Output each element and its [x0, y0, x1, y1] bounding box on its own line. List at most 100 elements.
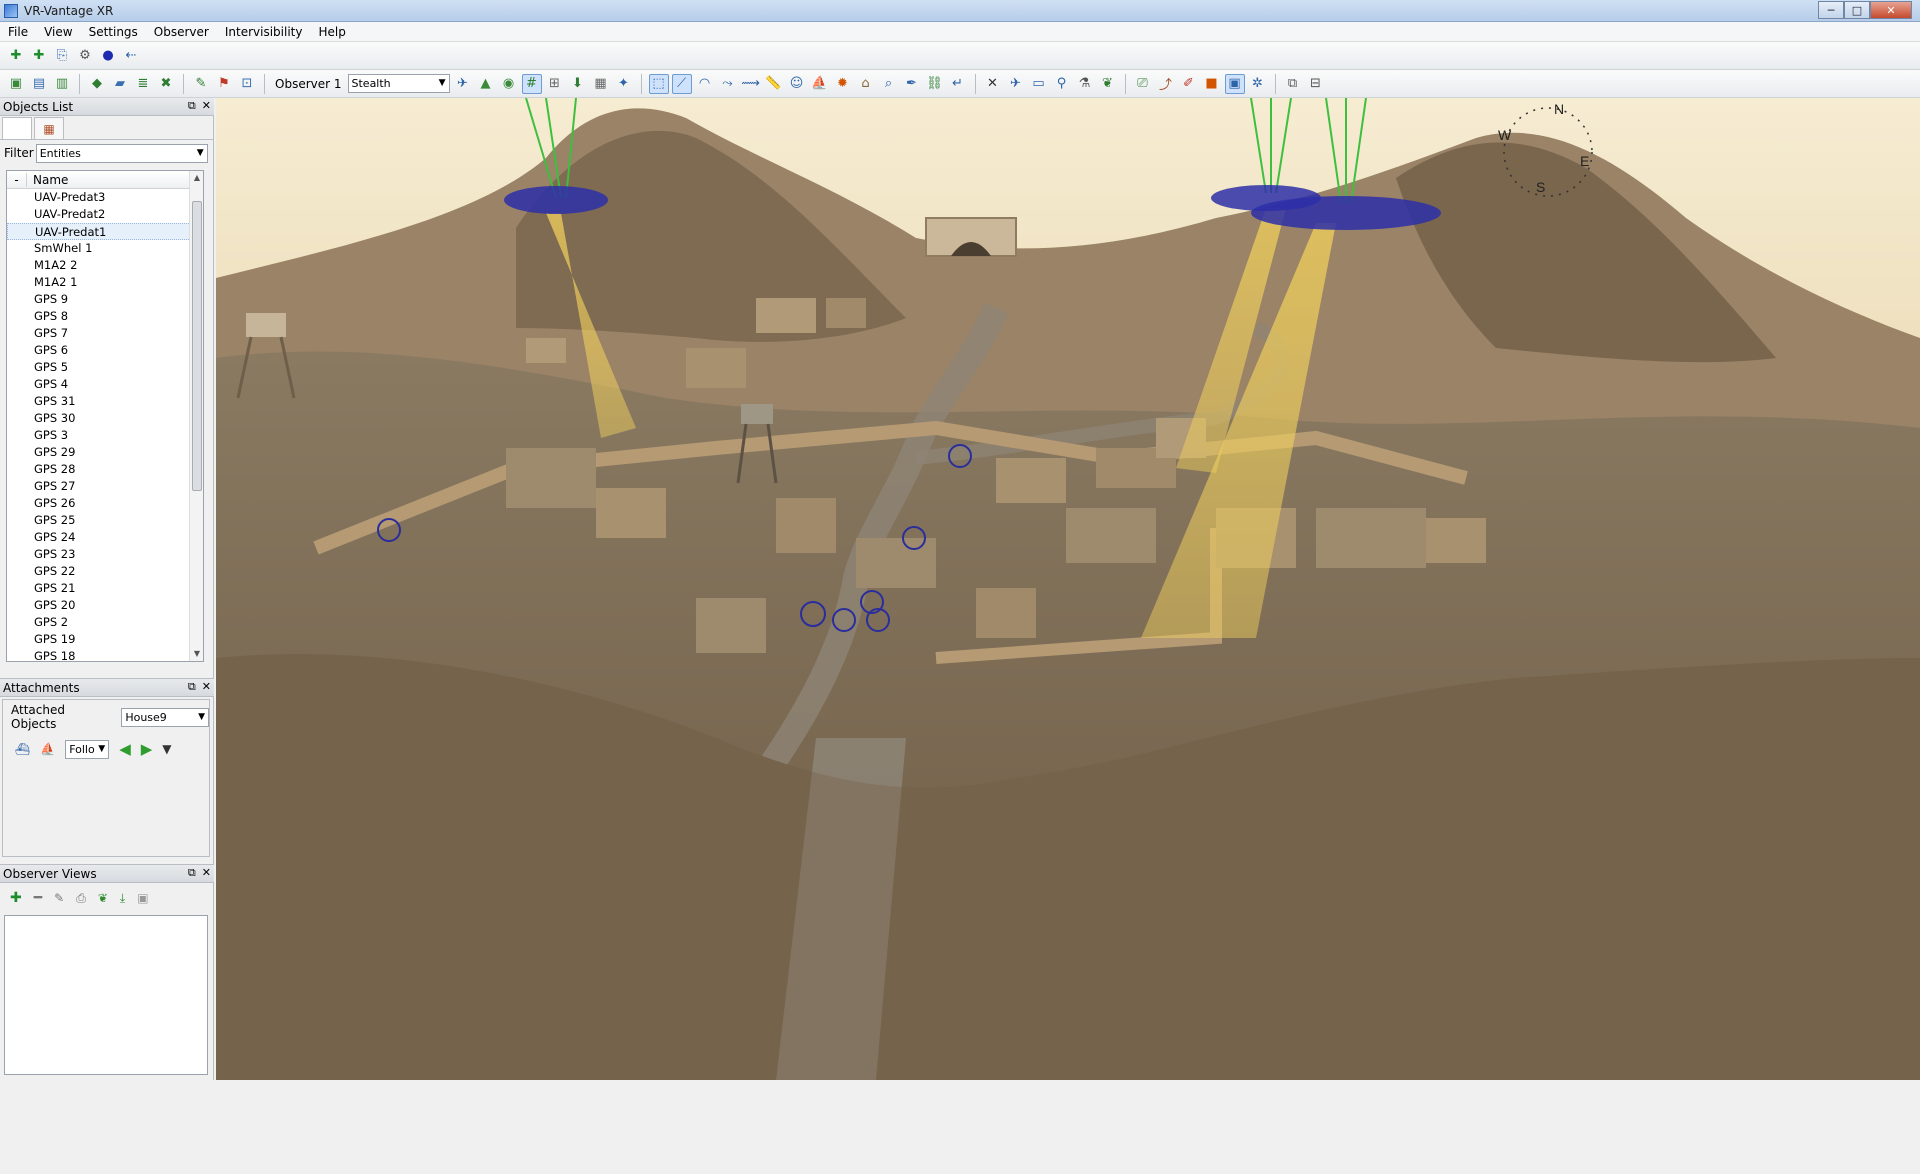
- menu-file[interactable]: File: [0, 25, 36, 39]
- link-icon[interactable]: ⛓: [925, 74, 945, 94]
- camera-icon[interactable]: ⎚: [1133, 74, 1153, 94]
- funnel-icon[interactable]: ▼: [162, 742, 171, 756]
- layout-icon[interactable]: ⊟: [1306, 74, 1326, 94]
- list-item[interactable]: M1A2 2: [7, 257, 191, 274]
- folder-icon[interactable]: ▰: [110, 74, 130, 94]
- aircraft-icon[interactable]: ✈: [453, 74, 473, 94]
- download-icon[interactable]: ⬇: [568, 74, 588, 94]
- follow-mode-select[interactable]: Follo ▼: [65, 739, 110, 759]
- save-scenario-icon[interactable]: ▥: [52, 74, 72, 94]
- list-item[interactable]: GPS 31: [7, 393, 191, 410]
- monitor-icon[interactable]: ▭: [1029, 74, 1049, 94]
- list-item[interactable]: GPS 2: [7, 614, 191, 631]
- add-group-icon[interactable]: ✚: [29, 46, 49, 66]
- measure-tool-icon[interactable]: ⟋: [671, 73, 692, 94]
- list-item[interactable]: GPS 27: [7, 478, 191, 495]
- print-view-icon[interactable]: ⎙: [76, 891, 86, 906]
- add-view-icon[interactable]: ✚: [10, 890, 22, 906]
- settings-icon[interactable]: ✲: [1248, 74, 1268, 94]
- tab-overlays-icon[interactable]: ▦: [34, 117, 64, 139]
- list-item[interactable]: UAV-Predat2: [7, 206, 191, 223]
- menu-view[interactable]: View: [36, 25, 80, 39]
- 3d-viewport[interactable]: N E S W: [216, 98, 1920, 1080]
- scroll-up-icon[interactable]: ▲: [190, 171, 203, 185]
- close-button[interactable]: ✕: [1870, 1, 1912, 19]
- person-icon[interactable]: ☺: [787, 74, 807, 94]
- list-item[interactable]: GPS 23: [7, 546, 191, 563]
- filter-icon[interactable]: ⚗: [1075, 74, 1095, 94]
- menu-intervisibility[interactable]: Intervisibility: [217, 25, 311, 39]
- menu-help[interactable]: Help: [310, 25, 353, 39]
- list-item[interactable]: SmWhel 1: [7, 240, 191, 257]
- list-item[interactable]: GPS 7: [7, 325, 191, 342]
- list-item[interactable]: GPS 3: [7, 427, 191, 444]
- remove-view-icon[interactable]: ━: [34, 890, 42, 906]
- los-icon[interactable]: ⟿: [741, 74, 761, 94]
- grid-icon[interactable]: ⊞: [545, 74, 565, 94]
- maximize-button[interactable]: □: [1844, 1, 1870, 19]
- list-item[interactable]: GPS 6: [7, 342, 191, 359]
- grid-snap-icon[interactable]: #: [521, 73, 542, 94]
- brush-icon[interactable]: ✎: [191, 74, 211, 94]
- dock-icon[interactable]: ⧉: [1283, 74, 1303, 94]
- tank-icon[interactable]: ▲: [476, 74, 496, 94]
- float-icon[interactable]: ⧉: [188, 866, 196, 880]
- list-item[interactable]: GPS 21: [7, 580, 191, 597]
- crosshair-icon[interactable]: ✕: [983, 74, 1003, 94]
- list-scrollbar[interactable]: ▲ ▼: [189, 171, 203, 661]
- scroll-down-icon[interactable]: ▼: [190, 647, 203, 661]
- terrain-view-icon[interactable]: ▣: [6, 74, 26, 94]
- list-item[interactable]: GPS 30: [7, 410, 191, 427]
- edit-view-icon[interactable]: ✎: [54, 891, 64, 905]
- list-item[interactable]: UAV-Predat1: [7, 223, 191, 240]
- list-item[interactable]: GPS 8: [7, 308, 191, 325]
- menu-settings[interactable]: Settings: [81, 25, 146, 39]
- minimize-button[interactable]: ─: [1818, 1, 1844, 19]
- list-item[interactable]: GPS 24: [7, 529, 191, 546]
- list-item[interactable]: GPS 22: [7, 563, 191, 580]
- antenna-icon[interactable]: ⚲: [1052, 74, 1072, 94]
- globe-icon[interactable]: ●: [98, 46, 118, 66]
- detach-icon[interactable]: ⛵: [40, 742, 55, 756]
- observer-views-list[interactable]: [4, 915, 208, 1075]
- open-scenario-icon[interactable]: ▤: [29, 74, 49, 94]
- terrain-scene[interactable]: N E S W: [216, 98, 1920, 1080]
- edit-object-icon[interactable]: ⎘: [52, 46, 72, 66]
- list-item[interactable]: GPS 5: [7, 359, 191, 376]
- list-item[interactable]: GPS 26: [7, 495, 191, 512]
- list-item[interactable]: GPS 20: [7, 597, 191, 614]
- add-object-icon[interactable]: ✚: [6, 46, 26, 66]
- previous-arrow-icon[interactable]: ◀: [119, 740, 131, 758]
- boat-icon[interactable]: ⛵: [810, 74, 830, 94]
- fire-icon[interactable]: ✹: [833, 74, 853, 94]
- uav-icon[interactable]: ✈: [1006, 74, 1026, 94]
- list-item[interactable]: GPS 29: [7, 444, 191, 461]
- list-item[interactable]: GPS 25: [7, 512, 191, 529]
- network-icon[interactable]: ⚙: [75, 46, 95, 66]
- list-item[interactable]: GPS 18: [7, 648, 191, 661]
- delete-icon[interactable]: ✖: [156, 74, 176, 94]
- list-item[interactable]: M1A2 1: [7, 274, 191, 291]
- pen-icon[interactable]: ✒: [902, 74, 922, 94]
- paint-icon[interactable]: ✐: [1179, 74, 1199, 94]
- close-icon[interactable]: ✕: [202, 866, 211, 880]
- building-icon[interactable]: ⌂: [856, 74, 876, 94]
- share-view-icon[interactable]: ❦: [98, 891, 108, 905]
- search-icon[interactable]: ⌕: [879, 74, 899, 94]
- tab-entities-icon[interactable]: [2, 117, 32, 139]
- bird-icon[interactable]: ❦: [1098, 74, 1118, 94]
- ruler-icon[interactable]: 📏: [764, 74, 784, 94]
- scroll-thumb[interactable]: [192, 201, 202, 491]
- satellite-icon[interactable]: ✦: [614, 74, 634, 94]
- attached-objects-select[interactable]: House9 ▼: [121, 707, 209, 727]
- list-item[interactable]: GPS 19: [7, 631, 191, 648]
- sensor-icon[interactable]: ◠: [695, 74, 715, 94]
- track-icon[interactable]: ◉: [499, 74, 519, 94]
- display-icon[interactable]: ▣: [1224, 73, 1245, 94]
- next-arrow-icon[interactable]: ▶: [141, 740, 153, 758]
- path-icon[interactable]: ⤴: [1156, 74, 1176, 94]
- route-icon[interactable]: ⤳: [718, 74, 738, 94]
- name-column-header[interactable]: Name: [27, 173, 68, 187]
- tile-icon[interactable]: ▦: [591, 74, 611, 94]
- color-icon[interactable]: ■: [1202, 74, 1222, 94]
